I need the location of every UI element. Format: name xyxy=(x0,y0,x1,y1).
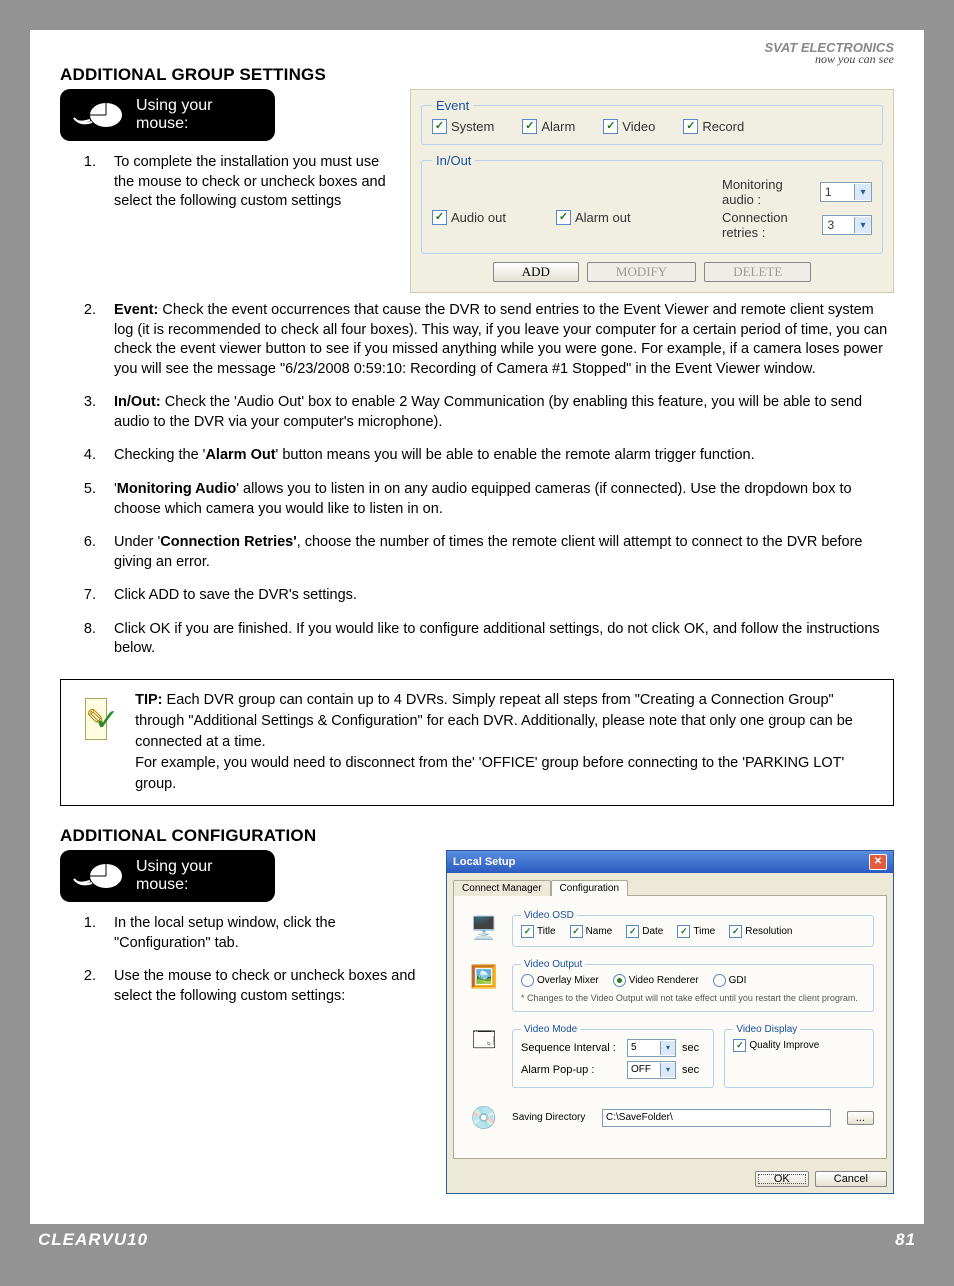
radio-video-renderer[interactable]: Video Renderer xyxy=(613,974,699,987)
step-6: Under 'Connection Retries', choose the n… xyxy=(100,533,894,572)
mouse-badge-text: Using your mouse: xyxy=(136,97,265,133)
monitoring-audio-label: Monitoring audio : xyxy=(722,177,814,207)
cfg-step-2: Use the mouse to check or uncheck boxes … xyxy=(100,967,426,1006)
video-output-note: * Changes to the Video Output will not t… xyxy=(521,993,865,1003)
page-footer: CLEARVU10 81 xyxy=(30,1224,924,1256)
alarm-popup-dropdown[interactable]: OFF▾ xyxy=(627,1061,676,1079)
ok-button[interactable]: OK xyxy=(755,1171,809,1187)
mouse-icon xyxy=(70,857,126,895)
step-1: To complete the installation you must us… xyxy=(100,153,390,212)
checkbox-alarm-out[interactable]: ✓Alarm out xyxy=(556,192,631,243)
alarm-popup-label: Alarm Pop-up : xyxy=(521,1064,621,1076)
checkbox-time[interactable]: ✓Time xyxy=(677,925,715,938)
video-mode-legend: Video Mode xyxy=(521,1024,580,1035)
video-display-legend: Video Display xyxy=(733,1024,800,1035)
tip-box: ✎ TIP: Each DVR group can contain up to … xyxy=(60,679,894,806)
saving-directory-label: Saving Directory xyxy=(512,1112,592,1123)
add-button[interactable]: ADD xyxy=(493,262,579,282)
monitoring-audio-dropdown[interactable]: 1▾ xyxy=(820,182,872,202)
display-icon: 🖼️ xyxy=(466,959,502,995)
monitor-icon: 🖥️ xyxy=(466,910,502,946)
checkbox-date[interactable]: ✓Date xyxy=(626,925,663,938)
checkbox-alarm[interactable]: ✓Alarm xyxy=(522,119,575,134)
checkbox-name[interactable]: ✓Name xyxy=(570,925,613,938)
step-7: Click ADD to save the DVR's settings. xyxy=(100,586,894,606)
mode-icon: 🗔 xyxy=(466,1024,502,1060)
mouse-icon xyxy=(70,96,126,134)
step-8: Click OK if you are finished. If you wou… xyxy=(100,620,894,659)
footer-page-number: 81 xyxy=(895,1230,916,1250)
event-panel: Event ✓System ✓Alarm ✓Video ✓Record In/O… xyxy=(410,89,894,293)
radio-overlay-mixer[interactable]: Overlay Mixer xyxy=(521,974,599,987)
video-output-legend: Video Output xyxy=(521,959,585,970)
checkbox-title[interactable]: ✓Title xyxy=(521,925,556,938)
event-legend: Event xyxy=(432,98,473,113)
step-3: In/Out: Check the 'Audio Out' box to ena… xyxy=(100,393,894,432)
close-button[interactable]: ✕ xyxy=(869,854,887,870)
radio-gdi[interactable]: GDI xyxy=(713,974,747,987)
section-title-1: ADDITIONAL GROUP SETTINGS xyxy=(60,65,894,85)
chevron-down-icon: ▾ xyxy=(660,1041,675,1055)
section-title-2: ADDITIONAL CONFIGURATION xyxy=(60,826,894,846)
connection-retries-dropdown[interactable]: 3▾ xyxy=(822,215,872,235)
step-5: 'Monitoring Audio' allows you to listen … xyxy=(100,480,894,519)
chevron-down-icon: ▾ xyxy=(854,184,871,200)
step-2: Event: Check the event occurrences that … xyxy=(100,301,894,379)
connection-retries-label: Connection retries : xyxy=(722,210,816,240)
video-osd-legend: Video OSD xyxy=(521,910,577,921)
cfg-step-1: In the local setup window, click the "Co… xyxy=(100,914,426,953)
tip-icon: ✎ xyxy=(85,698,107,740)
sequence-interval-label: Sequence Interval : xyxy=(521,1042,621,1054)
chevron-down-icon: ▾ xyxy=(660,1063,675,1077)
saving-directory-input[interactable]: C:\SaveFolder\ xyxy=(602,1109,831,1127)
checkbox-audio-out[interactable]: ✓Audio out xyxy=(432,192,506,243)
step-4: Checking the 'Alarm Out' button means yo… xyxy=(100,446,894,466)
mouse-badge-2: Using your mouse: xyxy=(60,850,275,902)
delete-button[interactable]: DELETE xyxy=(704,262,811,282)
checkbox-record[interactable]: ✓Record xyxy=(683,119,744,134)
checkbox-system[interactable]: ✓System xyxy=(432,119,494,134)
tab-configuration[interactable]: Configuration xyxy=(551,880,628,896)
sequence-interval-dropdown[interactable]: 5▾ xyxy=(627,1039,676,1057)
mouse-badge-text: Using your mouse: xyxy=(136,858,265,894)
tagline-text: now you can see xyxy=(815,52,894,67)
inout-legend: In/Out xyxy=(432,153,475,168)
browse-button[interactable]: ... xyxy=(847,1111,874,1125)
modify-button[interactable]: MODIFY xyxy=(587,262,696,282)
disc-icon: 💿 xyxy=(466,1100,502,1136)
tab-connect-manager[interactable]: Connect Manager xyxy=(453,880,551,896)
checkbox-resolution[interactable]: ✓Resolution xyxy=(729,925,792,938)
checkbox-video[interactable]: ✓Video xyxy=(603,119,655,134)
mouse-badge: Using your mouse: xyxy=(60,89,275,141)
chevron-down-icon: ▾ xyxy=(854,217,871,233)
footer-product: CLEARVU10 xyxy=(38,1230,148,1250)
window-title: Local Setup xyxy=(453,856,515,868)
local-setup-window: Local Setup ✕ Connect Manager Configurat… xyxy=(446,850,894,1194)
checkbox-quality-improve[interactable]: ✓Quality Improve xyxy=(733,1039,865,1052)
cancel-button[interactable]: Cancel xyxy=(815,1171,887,1187)
